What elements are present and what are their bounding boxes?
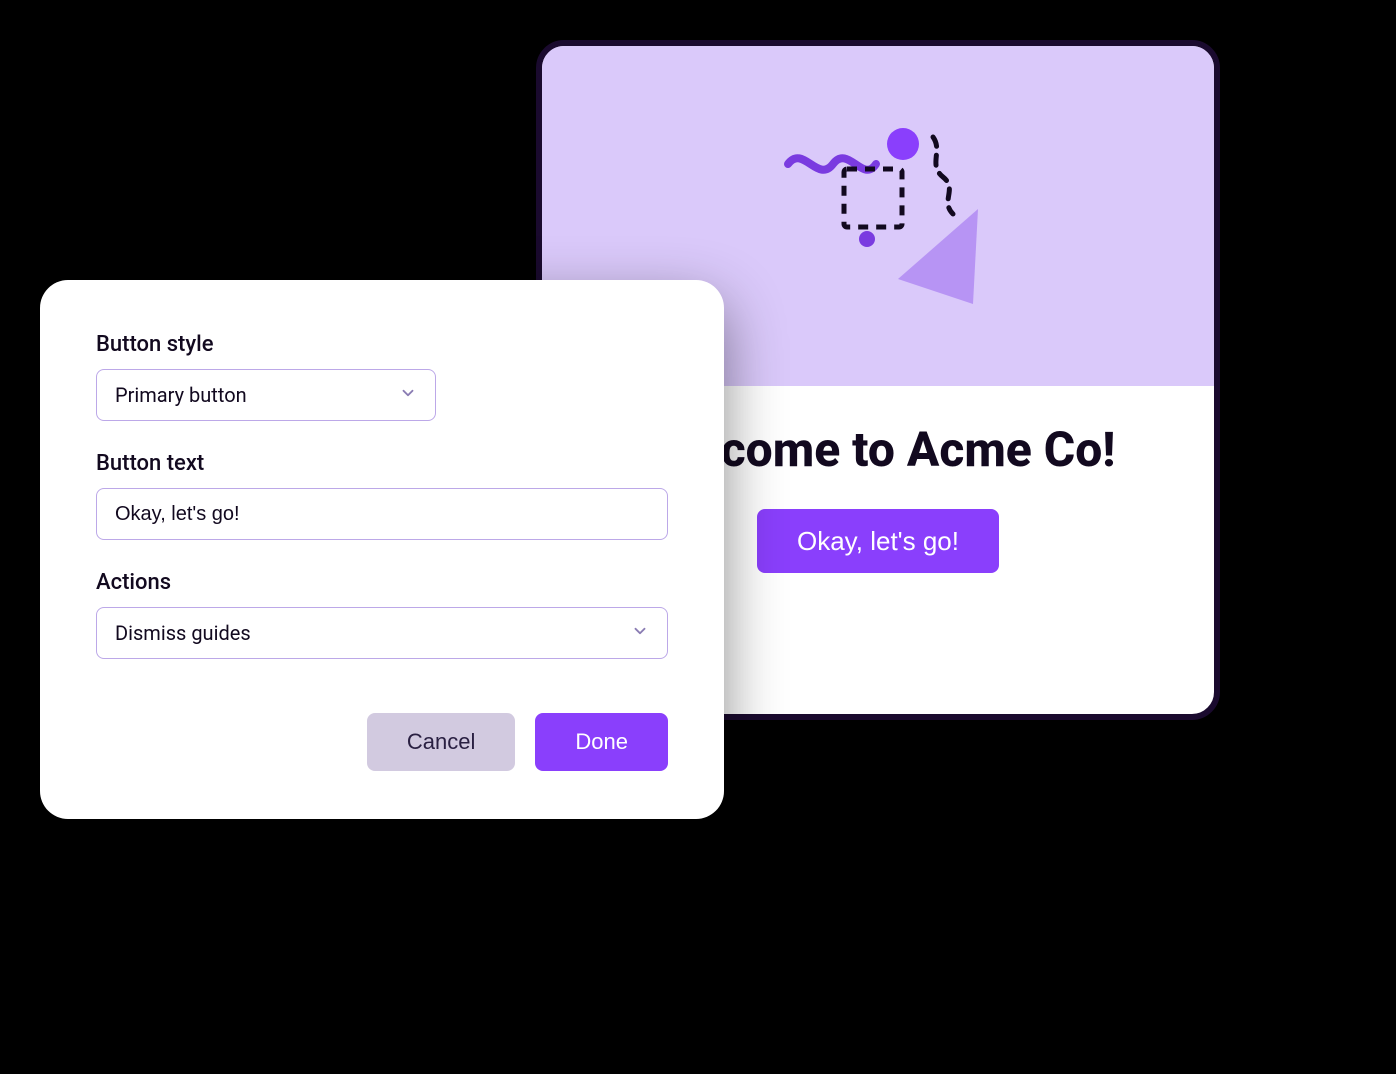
button-style-select[interactable]: Primary button — [96, 369, 668, 421]
party-popper-icon — [748, 109, 1008, 323]
button-text-label: Button text — [96, 451, 668, 476]
done-button[interactable]: Done — [535, 713, 668, 771]
preview-cta-button[interactable]: Okay, let's go! — [757, 509, 999, 573]
button-style-label: Button style — [96, 332, 668, 357]
actions-label: Actions — [96, 570, 668, 595]
chevron-down-icon — [631, 622, 649, 644]
chevron-down-icon — [399, 384, 417, 406]
editor-card: Button style Primary button Button text … — [40, 280, 724, 819]
button-style-value: Primary button — [115, 383, 247, 407]
cancel-button[interactable]: Cancel — [367, 713, 515, 771]
button-text-input[interactable] — [96, 488, 668, 540]
actions-value: Dismiss guides — [115, 621, 251, 645]
actions-select[interactable]: Dismiss guides — [96, 607, 668, 659]
